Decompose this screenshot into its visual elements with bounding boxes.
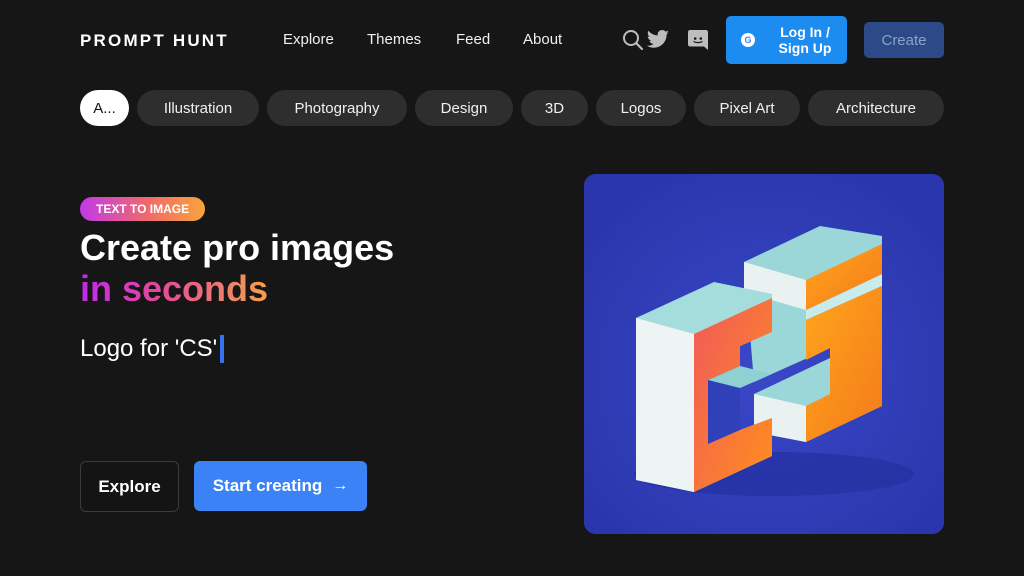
login-label: Log In / Sign Up (778, 24, 832, 56)
search-icon[interactable] (620, 27, 646, 53)
typed-prompt: Logo for 'CS' (80, 335, 225, 363)
category-design[interactable]: Design (415, 90, 513, 126)
hero-headline: Create pro images (80, 227, 395, 268)
create-button[interactable]: Create (864, 22, 944, 58)
google-icon: G (741, 33, 755, 47)
category-logos[interactable]: Logos (596, 90, 686, 126)
explore-button[interactable]: Explore (80, 461, 179, 512)
category-3d[interactable]: 3D (521, 90, 588, 126)
cs-logo-image (584, 174, 944, 534)
prompt-text: Logo for 'CS' (80, 335, 218, 362)
arrow-right-icon: → (332, 477, 349, 494)
generated-image-card[interactable] (584, 174, 944, 534)
nav-explore[interactable]: Explore (283, 31, 334, 48)
login-signup-button[interactable]: G Log In / Sign Up (726, 16, 847, 64)
category-architecture[interactable]: Architecture (808, 90, 944, 126)
nav-feed[interactable]: Feed (456, 31, 490, 48)
brand-logo[interactable]: PROMPT HUNT (80, 31, 229, 51)
twitter-icon[interactable] (645, 27, 671, 53)
category-illustration[interactable]: Illustration (137, 90, 259, 126)
start-creating-label: Start creating (212, 476, 323, 495)
category-pixel-art[interactable]: Pixel Art (694, 90, 800, 126)
start-creating-button[interactable]: Start creating → (194, 461, 367, 511)
discord-icon[interactable] (685, 27, 711, 53)
text-to-image-badge: TEXT TO IMAGE (80, 197, 206, 221)
category-all[interactable]: A... (80, 90, 129, 126)
hero-headline-gradient: in seconds (80, 268, 269, 309)
nav-themes[interactable]: Themes (367, 31, 421, 48)
text-caret (220, 335, 225, 363)
category-photography[interactable]: Photography (267, 90, 407, 126)
nav-about[interactable]: About (523, 31, 562, 48)
